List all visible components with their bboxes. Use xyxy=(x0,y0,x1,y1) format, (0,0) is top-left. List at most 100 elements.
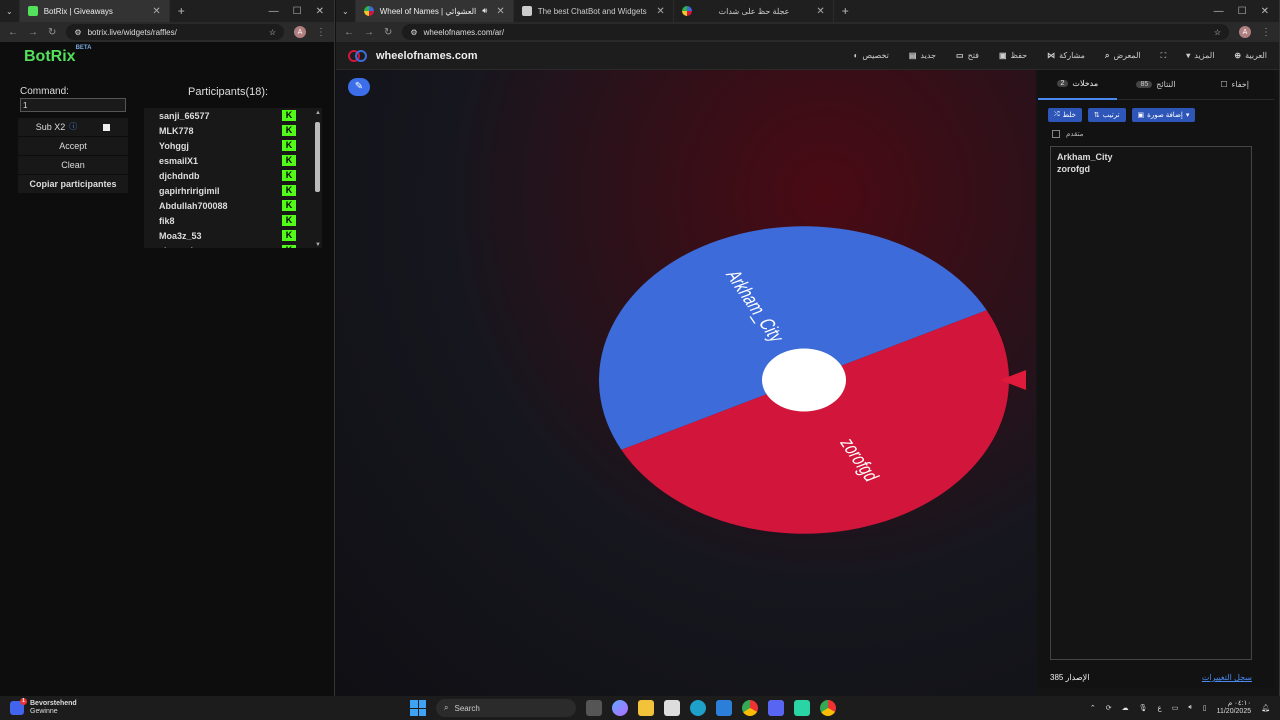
wheel-center-button[interactable] xyxy=(762,348,846,412)
forward-icon[interactable]: → xyxy=(364,27,374,38)
security-icon[interactable]: ⟳ xyxy=(1106,704,1112,712)
battery-icon[interactable]: ▯ xyxy=(1203,704,1207,712)
menu-new[interactable]: ▤ جديد xyxy=(909,51,936,61)
volume-icon[interactable]: 🔉︎ xyxy=(1188,704,1192,712)
sub-x2-toggle[interactable]: Sub X2 ⓘ xyxy=(18,118,128,136)
url-field[interactable]: ⚙ wheelofnames.com/ar/ ☆ xyxy=(402,24,1229,40)
menu-open[interactable]: ▭ فتح xyxy=(956,51,979,61)
minimize-icon[interactable]: — xyxy=(269,6,279,17)
reload-icon[interactable]: ↻ xyxy=(384,27,392,38)
site-brand[interactable]: wheelofnames.com xyxy=(348,49,477,63)
participant-row: gapirhririgimil K xyxy=(144,183,322,198)
store-icon[interactable] xyxy=(664,700,680,716)
tab-wheel-of-names[interactable]: Wheel of Names | العشوائي 🔊︎ ✕ xyxy=(355,0,514,22)
copy-participants-button[interactable]: Copiar participantes xyxy=(18,175,128,193)
add-image-button[interactable]: ▣ إضافة صورة ▾ xyxy=(1131,108,1196,122)
site-info-icon[interactable]: ⚙ xyxy=(410,28,417,37)
participant-row: Abdullah700088 K xyxy=(144,198,322,213)
profile-avatar[interactable]: A xyxy=(294,26,306,38)
reload-icon[interactable]: ↻ xyxy=(48,27,56,38)
close-icon[interactable]: ✕ xyxy=(656,6,664,17)
notifications-icon[interactable]: 🔔︎ xyxy=(1261,704,1270,712)
taskbar-search[interactable]: ⌕ Search xyxy=(436,699,576,717)
back-icon[interactable]: ← xyxy=(344,27,354,38)
participants-title: Participants(18): xyxy=(188,86,269,98)
close-icon[interactable]: ✕ xyxy=(152,6,160,17)
participants-scrollbar[interactable]: ▲ ▼ xyxy=(315,110,321,248)
wheel-window: ⌄ Wheel of Names | العشوائي 🔊︎ ✕ The bes… xyxy=(336,0,1280,696)
tab-botrix-chatbot[interactable]: The best ChatBot and Widgets ✕ xyxy=(514,0,674,22)
audio-icon[interactable]: 🔊︎ xyxy=(482,6,487,16)
sort-icon: ⇅ xyxy=(1093,112,1100,119)
menu-more[interactable]: ▾ المزيد xyxy=(1186,51,1214,61)
discord-icon[interactable] xyxy=(768,700,784,716)
site-info-icon[interactable]: ⚙ xyxy=(74,28,81,37)
site-header: wheelofnames.com ◐ تخصيص ▤ جديد ▭ فتح ▣ حفظ … xyxy=(336,42,1279,70)
menu-icon[interactable]: ⋮ xyxy=(1261,27,1271,38)
kick-platform-icon: K xyxy=(282,200,296,211)
sub-x2-checkbox[interactable] xyxy=(103,123,111,131)
star-icon[interactable]: ☆ xyxy=(1214,28,1221,37)
notification-widget[interactable]: 1 Bevorstehend Gewinne xyxy=(0,698,77,716)
display-icon[interactable]: ▭ xyxy=(1172,704,1179,712)
wheel[interactable]: Arkham_City zorofgd xyxy=(594,220,1014,540)
windows-start-icon[interactable] xyxy=(410,700,426,716)
tab-botrix[interactable]: BotRix | Giveaways ✕ xyxy=(19,0,170,22)
tab-wheel-shadat[interactable]: عجلة حظ على شدات ✕ xyxy=(674,0,834,22)
task-view-icon[interactable] xyxy=(586,700,602,716)
advanced-toggle[interactable]: متقدم xyxy=(1038,130,1274,138)
fullscreen-icon[interactable]: ⛶ xyxy=(1161,51,1167,61)
changelog-link[interactable]: سجل التغييرات xyxy=(1202,673,1252,682)
copilot-icon[interactable] xyxy=(612,700,628,716)
url-field[interactable]: ⚙ botrix.live/widgets/raffles/ ☆ xyxy=(66,24,284,40)
entries-textarea[interactable]: Arkham_City zorofgd xyxy=(1050,146,1252,660)
chat-app-icon[interactable] xyxy=(794,700,810,716)
close-icon[interactable]: ✕ xyxy=(496,6,504,17)
maximize-icon[interactable]: ☐ xyxy=(1238,6,1247,17)
menu-save[interactable]: ▣ حفظ xyxy=(999,51,1027,61)
close-window-icon[interactable]: ✕ xyxy=(1261,6,1269,17)
edge-icon[interactable] xyxy=(690,700,706,716)
chrome-icon[interactable] xyxy=(742,700,758,716)
clean-button[interactable]: Clean xyxy=(18,156,128,174)
back-icon[interactable]: ← xyxy=(8,27,18,38)
menu-icon[interactable]: ⋮ xyxy=(316,27,326,38)
participant-row: siqspcdK xyxy=(144,243,322,248)
menu-customize[interactable]: ◐ تخصيص xyxy=(853,51,888,61)
mail-icon[interactable] xyxy=(716,700,732,716)
star-icon[interactable]: ☆ xyxy=(269,28,276,37)
tab-entries[interactable]: 2 مدخلات xyxy=(1038,70,1117,100)
entries-panel: 2 مدخلات 85 النتائج ☐ إخفاء ⤮ خلط ⇅ ترتيب ▣ إض… xyxy=(1038,70,1274,688)
edit-pencil-button[interactable]: ✎ xyxy=(348,78,370,96)
menu-language[interactable]: ⊕ العربية xyxy=(1234,51,1267,61)
file-explorer-icon[interactable] xyxy=(638,700,654,716)
cloud-icon[interactable]: ☁ xyxy=(1122,704,1129,712)
new-tab-button[interactable]: + xyxy=(834,4,857,18)
profile-avatar[interactable]: A xyxy=(1239,26,1251,38)
menu-gallery[interactable]: ⌕ المعرض xyxy=(1105,51,1141,61)
chrome-icon[interactable] xyxy=(820,700,836,716)
maximize-icon[interactable]: ☐ xyxy=(293,6,302,17)
accept-button[interactable]: Accept xyxy=(18,137,128,155)
hide-toggle[interactable]: ☐ إخفاء xyxy=(1195,70,1274,100)
advanced-checkbox[interactable] xyxy=(1052,130,1060,138)
clock[interactable]: ٠٤:١٠ م 11/20/2025 xyxy=(1217,700,1252,716)
chevron-up-icon[interactable]: ⌃ xyxy=(1090,704,1096,712)
forward-icon[interactable]: → xyxy=(28,27,38,38)
minimize-icon[interactable]: — xyxy=(1214,6,1224,17)
image-icon: ▣ xyxy=(1137,112,1145,119)
command-input[interactable]: 1 xyxy=(20,98,126,112)
sort-button[interactable]: ⇅ ترتيب xyxy=(1087,108,1126,122)
shuffle-button[interactable]: ⤮ خلط xyxy=(1048,108,1082,122)
close-window-icon[interactable]: ✕ xyxy=(316,6,324,17)
close-icon[interactable]: ✕ xyxy=(816,6,824,17)
new-tab-button[interactable]: + xyxy=(170,4,193,18)
wheel-pointer-arrow xyxy=(1000,370,1026,390)
participant-row: Yohggj K xyxy=(144,138,322,153)
language-indicator[interactable]: ع xyxy=(1158,704,1162,712)
tab-results[interactable]: 85 النتائج xyxy=(1117,70,1196,100)
tab-search-icon[interactable]: ⌄ xyxy=(336,0,356,22)
tab-search-icon[interactable]: ⌄ xyxy=(0,0,20,22)
microphone-icon[interactable]: 🎙︎ xyxy=(1139,704,1148,712)
menu-share[interactable]: ⋈ مشاركة xyxy=(1047,51,1085,61)
